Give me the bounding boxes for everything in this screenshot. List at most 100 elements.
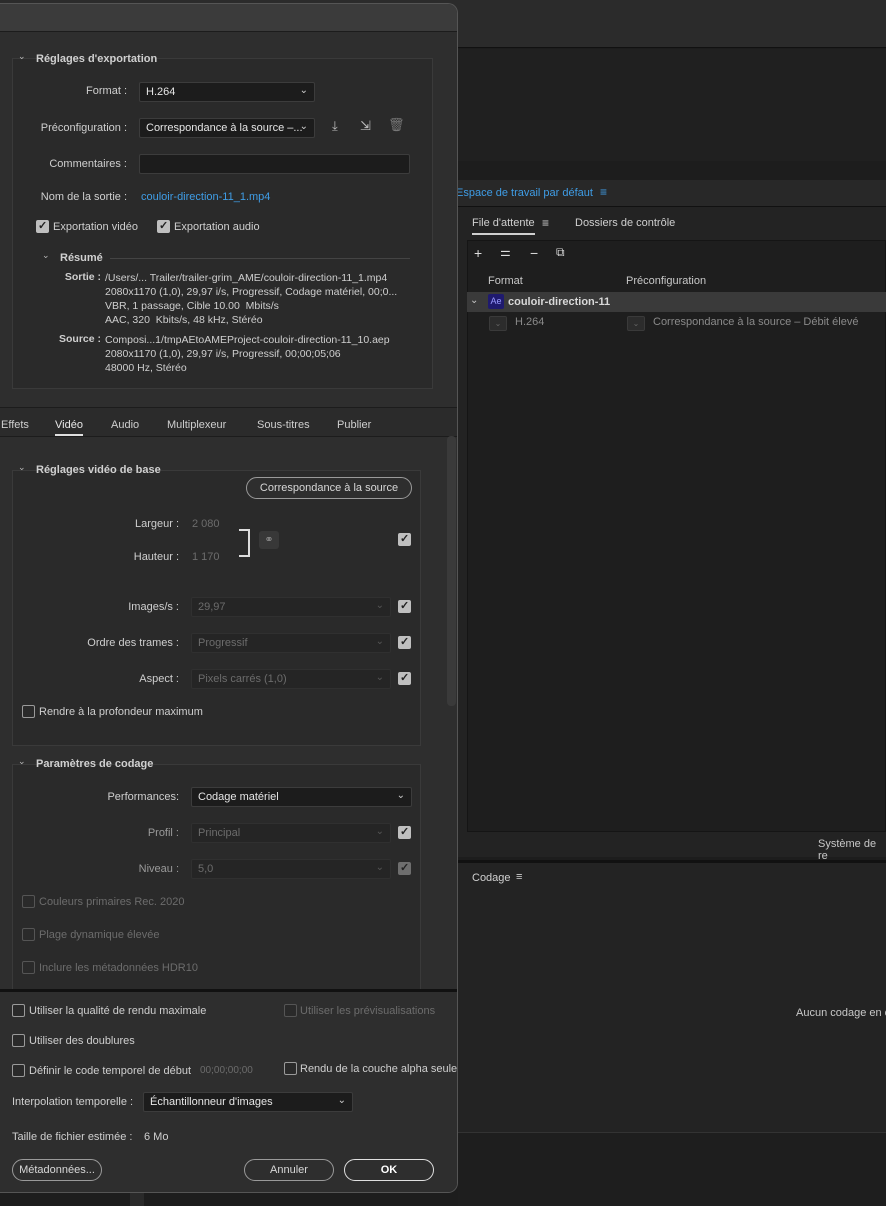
export-video-checkbox[interactable] <box>36 219 49 233</box>
aspect-select[interactable]: Pixels carrés (1,0) ⌄ <box>191 669 391 689</box>
col-preset[interactable]: Préconfiguration <box>626 275 706 287</box>
width-value[interactable]: 2 080 <box>192 518 220 530</box>
preset-label: Préconfiguration : <box>40 122 127 134</box>
use-previews-checkbox[interactable] <box>284 1004 297 1017</box>
tab-watch-folders[interactable]: Dossiers de contrôle <box>575 217 675 229</box>
chevron-down-icon: ⌄ <box>396 790 405 801</box>
menu-icon[interactable]: ≡ <box>542 216 549 230</box>
menu-icon[interactable]: ≡ <box>600 185 607 199</box>
field-order-match-checkbox[interactable] <box>398 635 411 649</box>
start-timecode-label: Définir le code temporel de début <box>29 1065 192 1077</box>
dimensions-match-checkbox[interactable] <box>398 532 411 546</box>
workspace-tab[interactable]: Espace de travail par défaut <box>456 187 593 199</box>
ok-button[interactable]: OK <box>344 1159 434 1181</box>
max-depth-checkbox[interactable] <box>22 705 35 718</box>
hdr-checkbox[interactable] <box>22 928 35 941</box>
tab-audio[interactable]: Audio <box>111 419 139 431</box>
divider <box>110 258 410 259</box>
workspace-tabbar: Espace de travail par défaut ≡ <box>450 180 886 207</box>
profile-select[interactable]: Principal ⌄ <box>191 823 391 843</box>
hdr10-checkbox[interactable] <box>22 961 35 974</box>
interpolation-value: Échantillonneur d'images <box>150 1096 273 1108</box>
fps-label: Images/s : <box>128 601 179 613</box>
match-source-button[interactable]: Correspondance à la source <box>246 477 412 499</box>
renderer-text: Système de re <box>818 838 877 862</box>
chevron-down-icon[interactable]: ⌄ <box>470 295 478 306</box>
filesize-label: Taille de fichier estimée : <box>12 1131 133 1143</box>
duplicate-icon[interactable]: ⧉ <box>556 245 565 260</box>
fps-match-checkbox[interactable] <box>398 599 411 613</box>
tab-publish[interactable]: Publier <box>337 419 371 431</box>
interpolation-select[interactable]: Échantillonneur d'images ⌄ <box>143 1092 353 1112</box>
import-preset-icon[interactable]: ⇲ <box>360 118 371 134</box>
start-timecode-checkbox[interactable] <box>12 1064 25 1077</box>
tab-captions[interactable]: Sous-titres <box>257 419 310 431</box>
chevron-down-icon[interactable]: ⌄ <box>18 756 26 767</box>
preset-select[interactable]: Correspondance à la source –... ⌄ <box>139 118 315 138</box>
alpha-only-checkbox[interactable] <box>284 1062 297 1075</box>
chevron-down-icon[interactable]: ⌄ <box>42 250 50 261</box>
summary-output-label: Sortie : <box>64 271 101 283</box>
format-value: H.264 <box>146 86 176 98</box>
interpolation-label: Interpolation temporelle : <box>12 1096 134 1108</box>
profile-value: Principal <box>198 827 241 839</box>
chevron-down-icon[interactable]: ⌄ <box>18 462 26 473</box>
comments-input[interactable] <box>139 154 410 174</box>
dialog-titlebar[interactable] <box>0 4 457 32</box>
link-icon[interactable]: ⚭ <box>259 531 279 549</box>
queue-item[interactable]: ⌄ Ae couloir-direction-11 <box>467 292 886 312</box>
fps-select[interactable]: 29,97 ⌄ <box>191 597 391 617</box>
queue-item-format[interactable]: H.264 <box>515 316 544 328</box>
use-proxies-checkbox[interactable] <box>12 1034 25 1047</box>
dialog-footer: Utiliser la qualité de rendu maximale Ut… <box>0 989 457 1192</box>
menu-icon[interactable]: ≡ <box>516 871 522 883</box>
chevron-down-icon: ⌄ <box>337 1095 346 1106</box>
rec2020-checkbox[interactable] <box>22 895 35 908</box>
chevron-down-icon[interactable]: ⌄ <box>18 51 26 62</box>
chevron-down-icon: ⌄ <box>375 600 384 611</box>
settings-sliders-icon[interactable]: ⚌ <box>500 245 511 259</box>
tab-video[interactable]: Vidéo <box>55 419 83 436</box>
queue-item-preset[interactable]: Correspondance à la source – Débit élevé <box>653 316 858 328</box>
export-dialog: ⌄ Réglages d'exportation Format : H.264 ⌄… <box>0 3 458 1193</box>
app-strip <box>130 1193 144 1206</box>
chevron-down-icon[interactable]: ⌄ <box>627 316 645 331</box>
remove-icon[interactable]: − <box>530 245 538 261</box>
chevron-down-icon[interactable]: ⌄ <box>489 316 507 331</box>
level-select[interactable]: 5,0 ⌄ <box>191 859 391 879</box>
tab-multiplexer[interactable]: Multiplexeur <box>167 419 226 431</box>
metadata-button[interactable]: Métadonnées... <box>12 1159 102 1181</box>
max-quality-checkbox[interactable] <box>12 1004 25 1017</box>
summary-output-line: /Users/... Trailer/trailer-grim_AME/coul… <box>105 272 388 284</box>
format-select[interactable]: H.264 ⌄ <box>139 82 315 102</box>
field-order-value: Progressif <box>198 637 248 649</box>
encoding-settings-title: Paramètres de codage <box>36 758 154 770</box>
height-label: Hauteur : <box>133 551 179 563</box>
summary-source-label: Source : <box>58 333 101 345</box>
performance-select[interactable]: Codage matériel ⌄ <box>191 787 412 807</box>
aspect-label: Aspect : <box>139 673 179 685</box>
field-order-select[interactable]: Progressif ⌄ <box>191 633 391 653</box>
col-format[interactable]: Format <box>488 275 523 287</box>
height-value[interactable]: 1 170 <box>192 551 220 563</box>
cancel-button[interactable]: Annuler <box>244 1159 334 1181</box>
output-name-link[interactable]: couloir-direction-11_1.mp4 <box>141 191 270 203</box>
aspect-match-checkbox[interactable] <box>398 671 411 685</box>
add-icon[interactable]: + <box>474 245 482 261</box>
summary-source-line: Composi...1/tmpAEtoAMEProject-couloir-di… <box>105 334 390 346</box>
ae-badge-icon: Ae <box>488 294 504 309</box>
tab-effects[interactable]: Effets <box>1 419 29 431</box>
summary-source-line: 2080x1170 (1,0), 29,97 i/s, Progressif, … <box>105 348 341 360</box>
tab-queue[interactable]: File d'attente <box>472 217 535 235</box>
format-label: Format : <box>86 85 127 97</box>
summary-output-line: 2080x1170 (1,0), 29,97 i/s, Progressif, … <box>105 286 398 298</box>
filesize-value: 6 Mo <box>144 1131 169 1143</box>
start-timecode-value[interactable]: 00;00;00;00 <box>200 1065 253 1076</box>
scrollbar[interactable] <box>447 436 456 706</box>
download-preset-icon[interactable]: ⤓ <box>332 118 338 134</box>
trash-icon[interactable]: 🗑 <box>388 117 405 133</box>
export-audio-checkbox[interactable] <box>157 219 170 233</box>
profile-match-checkbox[interactable] <box>398 825 411 839</box>
level-match-checkbox[interactable] <box>398 861 411 875</box>
app-bottom-area <box>458 1132 886 1206</box>
